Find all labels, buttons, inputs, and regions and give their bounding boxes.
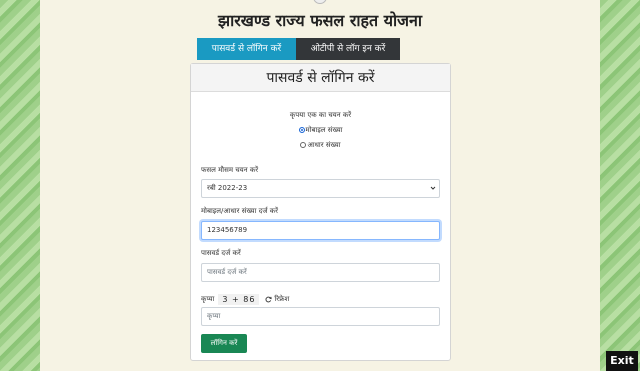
refresh-label: रिफ्रेश [274,295,290,303]
season-label: फसल मौसम चयन करें [201,166,259,174]
choose-option-label: कृपया एक का चयन करें [289,111,352,119]
password-placeholder: पासवर्ड दर्ज करें [207,268,247,276]
refresh-button[interactable]: रिफ्रेश [265,295,289,304]
captcha-label: कृप्या [201,295,215,303]
mobile-label: मोबाइल/आधार संख्या दर्ज करें [201,207,279,215]
left-decorative-border [0,0,40,371]
site-title: झारखण्ड राज्य फसल राहत योजना [217,11,423,30]
login-button[interactable]: लॉगिन करें [201,334,247,353]
login-tabs: पासवर्ड से लॉगिन करें ओटीपी से लॉग इन कर… [197,38,400,60]
radio-checked-icon[interactable] [298,127,305,133]
captcha-input[interactable]: कृप्या [201,307,440,326]
radio-mobile-label: मोबाइल संख्या [305,126,343,134]
radio-mobile[interactable]: मोबाइल संख्या [191,126,450,135]
refresh-icon [266,296,273,303]
mobile-value: 123456789 [207,226,248,234]
exit-button[interactable]: Exit [606,351,638,371]
right-decorative-border [600,0,640,371]
password-input[interactable]: पासवर्ड दर्ज करें [201,263,440,282]
captcha-row: कृप्या 3 + 86 रिफ्रेश [201,294,289,305]
mobile-input[interactable]: 123456789 [201,221,440,240]
emblem-icon [313,0,327,4]
season-value: रबी 2022-23 [207,184,248,192]
password-label: पासवर्ड दर्ज करें [201,249,241,257]
captcha-placeholder: कृप्या [207,312,221,320]
radio-aadhaar[interactable]: आधार संख्या [191,141,450,150]
login-card: पासवर्ड से लॉगिन करें कृपया एक का चयन कर… [190,63,451,361]
card-title: पासवर्ड से लॉगिन करें [191,64,450,92]
season-select[interactable]: रबी 2022-23 [201,179,440,198]
radio-unchecked-icon[interactable] [300,142,307,148]
tab-password-login[interactable]: पासवर्ड से लॉगिन करें [197,38,296,60]
tab-otp-login[interactable]: ओटीपी से लॉग इन करें [296,38,400,60]
captcha-question: 3 + 86 [218,294,260,305]
radio-aadhaar-label: आधार संख्या [307,141,341,149]
chevron-down-icon [430,186,436,190]
